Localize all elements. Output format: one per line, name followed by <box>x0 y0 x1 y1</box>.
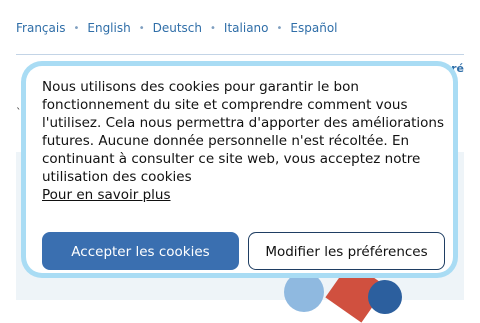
modify-preferences-button[interactable]: Modifier les préférences <box>248 232 445 270</box>
partial-text: ` <box>16 106 22 119</box>
illustration-shape <box>368 280 402 314</box>
learn-more-link[interactable]: Pour en savoir plus <box>42 187 171 203</box>
language-link-es[interactable]: Español <box>290 21 337 35</box>
cookie-consent-dialog: Nous utilisons des cookies pour garantir… <box>26 66 453 273</box>
accept-cookies-button[interactable]: Accepter les cookies <box>42 232 239 270</box>
cookie-message: Nous utilisons des cookies pour garantir… <box>42 79 445 185</box>
language-switcher: Français • English • Deutsch • Italiano … <box>16 21 338 35</box>
separator-dot: • <box>138 22 145 34</box>
separator-dot: • <box>210 22 216 34</box>
language-link-de[interactable]: Deutsch <box>153 21 202 35</box>
separator-dot: • <box>73 22 80 34</box>
header-divider <box>16 54 464 55</box>
separator-dot: • <box>276 22 283 34</box>
language-link-fr[interactable]: Français <box>16 21 65 35</box>
illustration-shape <box>284 272 324 312</box>
language-link-it[interactable]: Italiano <box>224 21 269 35</box>
language-link-en[interactable]: English <box>87 21 130 35</box>
